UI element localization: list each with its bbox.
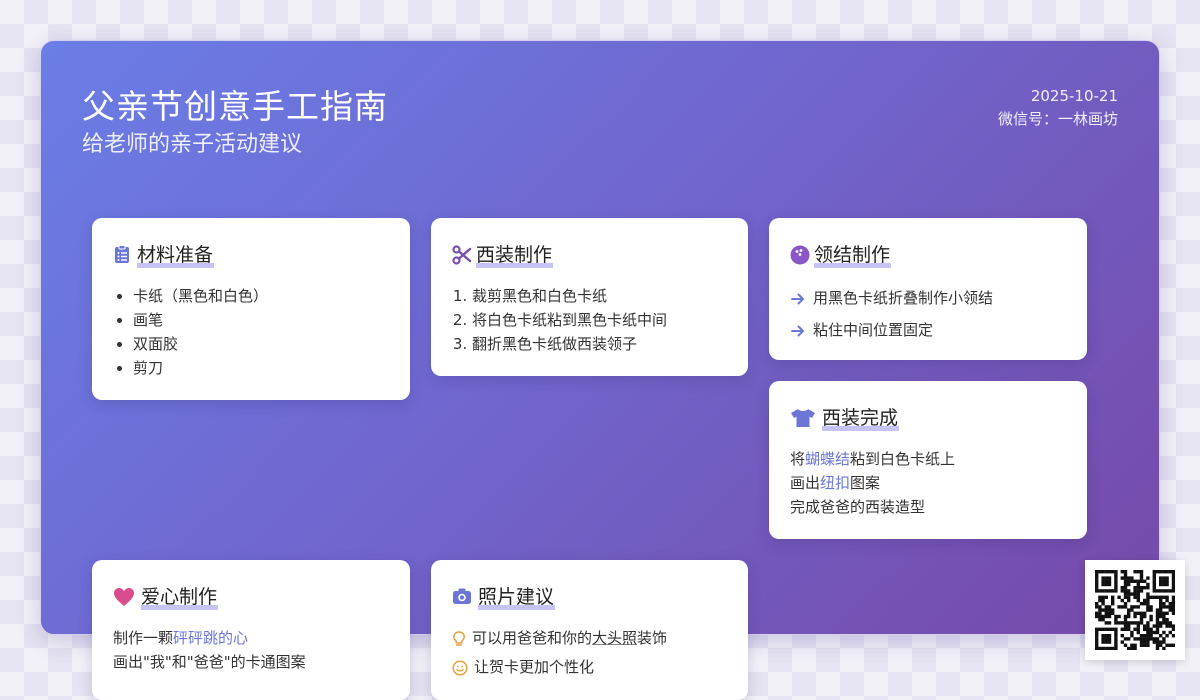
list-item: 将白色卡纸粘到黑色卡纸中间 [472, 308, 732, 332]
list-item: 双面胶 [133, 332, 394, 356]
list-item: 让贺卡更加个性化 [452, 650, 732, 684]
card-heart: 爱心制作 制作一颗砰砰跳的心 画出"我"和"爸爸"的卡通图案 [92, 560, 410, 700]
card-body: 用黑色卡纸折叠制作小领结 粘住中间位置固定 [790, 282, 1071, 346]
qr-code [1085, 560, 1185, 660]
list-item: 可以用爸爸和你的 大头照 装饰 [452, 626, 732, 650]
card-body: 制作一颗砰砰跳的心 画出"我"和"爸爸"的卡通图案 [113, 626, 394, 674]
date-label: 2025-10-21 [1030, 87, 1118, 105]
wechat-label: 微信号：一林画坊 [997, 110, 1118, 128]
card-header: 西装完成 [790, 403, 900, 431]
card-title: 领结制作 [814, 240, 892, 268]
camera-icon [452, 587, 472, 605]
card-title: 西装制作 [476, 240, 554, 268]
text-line: 画出"我"和"爸爸"的卡通图案 [113, 653, 306, 671]
card-materials: 材料准备 卡纸（黑色和白色） 画笔 双面胶 剪刀 [92, 218, 410, 400]
card-title: 照片建议 [478, 582, 556, 610]
card-title: 爱心制作 [141, 582, 219, 610]
page-subtitle: 给老师的亲子活动建议 [82, 132, 303, 157]
underlined-text: 大头照 [592, 629, 638, 647]
card-header: 领结制作 [790, 240, 892, 268]
text-line: 将蝴蝶结粘到白色卡纸上 [790, 450, 956, 468]
highlight-text: 砰砰跳的心 [173, 629, 249, 647]
materials-list: 卡纸（黑色和白色） 画笔 双面胶 剪刀 [113, 284, 394, 380]
card-header: 材料准备 [113, 240, 215, 268]
card-suit-finish: 西装完成 将蝴蝶结粘到白色卡纸上 画出纽扣图案 完成爸爸的西装造型 [769, 381, 1087, 539]
arrow-right-icon [790, 290, 806, 306]
highlight-text: 蝴蝶结 [805, 450, 851, 468]
page-title: 父亲节创意手工指南 [82, 87, 388, 126]
text-line: 制作一颗砰砰跳的心 [113, 629, 249, 647]
tshirt-icon [790, 408, 816, 427]
list-item: 剪刀 [133, 356, 394, 380]
text-line: 完成爸爸的西装造型 [790, 498, 926, 516]
card-photo: 照片建议 可以用爸爸和你的 大头照 装饰 让贺卡更加个性化 [431, 560, 748, 700]
bowling-ball-icon [790, 245, 810, 265]
card-title: 材料准备 [137, 240, 215, 268]
list-item: 粘住中间位置固定 [790, 314, 1071, 346]
arrow-right-icon [790, 322, 806, 338]
lightbulb-icon [452, 630, 466, 646]
heart-icon [113, 587, 135, 606]
card-header: 照片建议 [452, 582, 556, 610]
card-header: 西装制作 [452, 240, 554, 268]
card-body: 裁剪黑色和白色卡纸 将白色卡纸粘到黑色卡纸中间 翻折黑色卡纸做西装领子 [452, 284, 732, 356]
card-title: 西装完成 [822, 403, 900, 431]
card-suit: 西装制作 裁剪黑色和白色卡纸 将白色卡纸粘到黑色卡纸中间 翻折黑色卡纸做西装领子 [431, 218, 748, 376]
card-body: 将蝴蝶结粘到白色卡纸上 画出纽扣图案 完成爸爸的西装造型 [790, 447, 1071, 519]
list-item: 画笔 [133, 308, 394, 332]
highlight-text: 纽扣 [820, 474, 851, 492]
qr-code-image [1095, 570, 1175, 650]
header-meta: 2025-10-21 微信号：一林画坊 [998, 85, 1118, 131]
card-header: 爱心制作 [113, 582, 219, 610]
suit-steps-list: 裁剪黑色和白色卡纸 将白色卡纸粘到黑色卡纸中间 翻折黑色卡纸做西装领子 [452, 284, 732, 356]
list-item: 卡纸（黑色和白色） [133, 284, 394, 308]
list-item: 用黑色卡纸折叠制作小领结 [790, 282, 1071, 314]
card-body: 可以用爸爸和你的 大头照 装饰 让贺卡更加个性化 [452, 626, 732, 684]
card-body: 卡纸（黑色和白色） 画笔 双面胶 剪刀 [113, 284, 394, 380]
list-item: 裁剪黑色和白色卡纸 [472, 284, 732, 308]
scissors-icon [452, 245, 472, 265]
smile-icon [452, 659, 468, 676]
clipboard-list-icon [113, 245, 131, 263]
text-line: 画出纽扣图案 [790, 474, 881, 492]
card-tie: 领结制作 用黑色卡纸折叠制作小领结 粘住中间位置固定 [769, 218, 1087, 360]
list-item: 翻折黑色卡纸做西装领子 [472, 332, 732, 356]
